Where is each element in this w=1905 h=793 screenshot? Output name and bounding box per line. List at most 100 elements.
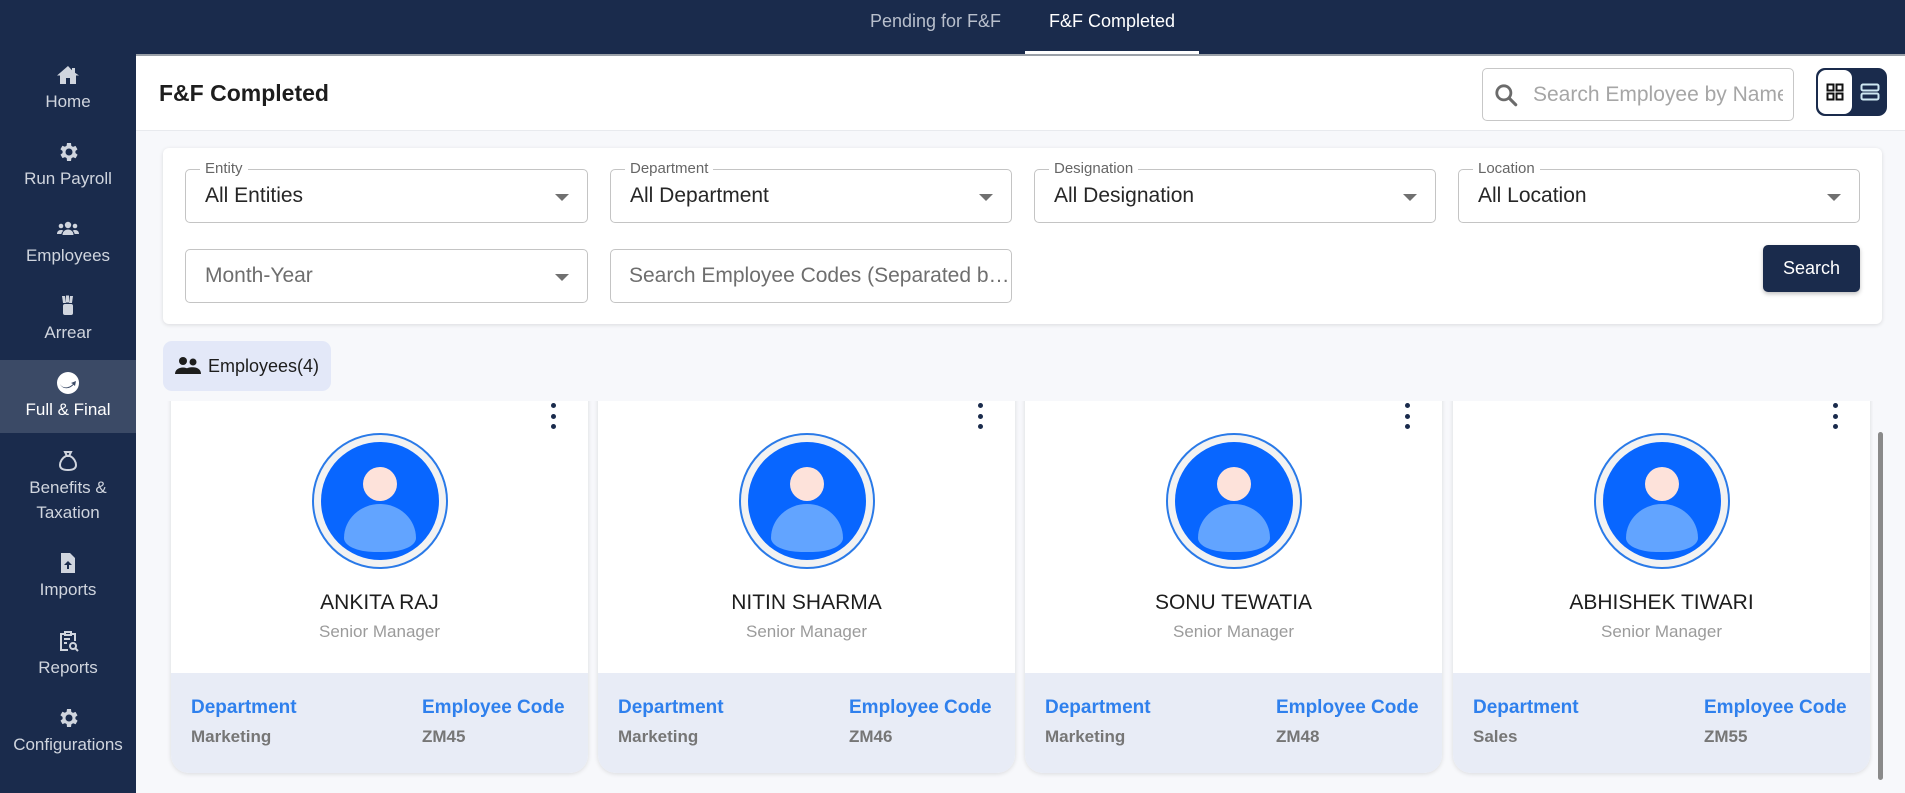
sidebar-item-label: Imports bbox=[39, 580, 97, 599]
department-value: Marketing bbox=[191, 727, 272, 746]
employee-code-label: Employee Code bbox=[849, 697, 992, 718]
filter-panel: Entity All Entities Department All Depar… bbox=[163, 148, 1882, 324]
employee-name-search-input[interactable] bbox=[1533, 82, 1783, 107]
sidebar-item-arrear[interactable]: Arrear bbox=[0, 293, 136, 353]
users-icon bbox=[175, 357, 201, 374]
file-upload-icon bbox=[55, 550, 81, 576]
more-options-icon[interactable] bbox=[1400, 403, 1414, 429]
employee-name: SONU TEWATIA bbox=[1154, 591, 1313, 614]
entity-label: Entity bbox=[200, 160, 248, 178]
avatar bbox=[311, 433, 448, 569]
sidebar-item-label: Full & Final bbox=[25, 400, 111, 419]
employees-count-chip[interactable]: Employees(4) bbox=[163, 341, 331, 391]
tab-ff-completed[interactable]: F&F Completed bbox=[1025, 0, 1199, 54]
department-value: Marketing bbox=[618, 727, 699, 746]
search-button[interactable]: Search bbox=[1763, 245, 1860, 292]
sidebar-item-label: Home bbox=[45, 92, 91, 111]
employee-code-label: Employee Code bbox=[1276, 697, 1419, 718]
gear-icon bbox=[55, 139, 81, 165]
card-footer: Department Marketing Employee Code ZM45 bbox=[171, 673, 588, 773]
employee-card[interactable]: SONU TEWATIA Senior Manager Department M… bbox=[1025, 401, 1442, 773]
location-label: Location bbox=[1473, 160, 1540, 178]
employee-card[interactable]: ABHISHEK TIWARI Senior Manager Departmen… bbox=[1453, 401, 1870, 773]
grid-view-button[interactable] bbox=[1818, 70, 1852, 114]
employee-code-value: ZM55 bbox=[1704, 727, 1748, 746]
employee-name: ABHISHEK TIWARI bbox=[1569, 591, 1754, 614]
employee-codes-field[interactable] bbox=[610, 249, 1012, 303]
designation-label: Designation bbox=[1049, 160, 1139, 178]
employee-designation: Senior Manager bbox=[1601, 622, 1722, 641]
home-icon bbox=[55, 62, 81, 88]
page-title: F&F Completed bbox=[159, 80, 329, 106]
card-footer: Department Marketing Employee Code ZM46 bbox=[598, 673, 1015, 773]
more-options-icon[interactable] bbox=[973, 403, 987, 429]
view-toggle bbox=[1816, 68, 1887, 116]
tab-pending-for-ff[interactable]: Pending for F&F bbox=[848, 0, 1023, 54]
location-select[interactable]: Location All Location bbox=[1458, 160, 1860, 223]
employee-card[interactable]: ANKITA RAJ Senior Manager Department Mar… bbox=[171, 401, 588, 773]
designation-value: All Designation bbox=[1054, 184, 1195, 207]
sidebar-item-label: Arrear bbox=[44, 323, 92, 342]
department-select[interactable]: Department All Department bbox=[610, 160, 1012, 223]
employee-code-label: Employee Code bbox=[422, 697, 565, 718]
sidebar: Home Run Payroll Employees Arrear Full &… bbox=[0, 0, 136, 793]
page-header: F&F Completed bbox=[136, 54, 1905, 131]
money-hand-icon bbox=[55, 293, 81, 319]
grid-icon bbox=[1826, 83, 1844, 101]
month-year-select[interactable]: Month-Year bbox=[185, 249, 588, 303]
chevron-down-icon bbox=[979, 194, 993, 201]
users-icon bbox=[55, 216, 81, 242]
sidebar-item-label: Run Payroll bbox=[24, 169, 112, 188]
chevron-down-icon bbox=[555, 274, 569, 281]
list-view-button[interactable] bbox=[1854, 70, 1885, 114]
sidebar-item-reports[interactable]: Reports bbox=[0, 628, 136, 688]
employee-code-label: Employee Code bbox=[1704, 697, 1847, 718]
employee-name: ANKITA RAJ bbox=[320, 591, 439, 614]
chevron-down-icon bbox=[1827, 194, 1841, 201]
employee-codes-input[interactable] bbox=[611, 250, 1011, 302]
cards-scrollbar[interactable] bbox=[1878, 432, 1883, 780]
more-options-icon[interactable] bbox=[1828, 403, 1842, 429]
gear-icon bbox=[55, 705, 81, 731]
employee-designation: Senior Manager bbox=[746, 622, 867, 641]
employee-cards-grid: ANKITA RAJ Senior Manager Department Mar… bbox=[163, 401, 1873, 793]
search-icon bbox=[1495, 83, 1518, 106]
settlement-icon bbox=[55, 370, 81, 396]
sidebar-item-benefits-taxation[interactable]: Benefits & Taxation bbox=[0, 448, 136, 533]
employee-code-value: ZM48 bbox=[1276, 727, 1320, 746]
employee-card[interactable]: NITIN SHARMA Senior Manager Department M… bbox=[598, 401, 1015, 773]
sidebar-item-label: Reports bbox=[38, 658, 98, 677]
entity-value: All Entities bbox=[205, 184, 304, 207]
employee-code-value: ZM46 bbox=[849, 727, 893, 746]
sidebar-item-label: Benefits & Taxation bbox=[29, 478, 107, 522]
avatar bbox=[1165, 433, 1302, 569]
employee-name-search[interactable] bbox=[1482, 68, 1794, 121]
employees-count-label: Employees(4) bbox=[208, 355, 320, 376]
employee-designation: Senior Manager bbox=[1173, 622, 1294, 641]
money-bag-icon bbox=[55, 448, 81, 474]
department-value: Marketing bbox=[1045, 727, 1126, 746]
sidebar-item-home[interactable]: Home bbox=[0, 62, 136, 122]
entity-select[interactable]: Entity All Entities bbox=[185, 160, 588, 223]
report-search-icon bbox=[55, 628, 81, 654]
avatar bbox=[738, 433, 875, 569]
department-value: All Department bbox=[630, 184, 769, 207]
card-footer: Department Sales Employee Code ZM55 bbox=[1453, 673, 1870, 773]
month-year-placeholder: Month-Year bbox=[205, 264, 313, 287]
department-label: Department bbox=[618, 697, 724, 718]
sidebar-item-label: Employees bbox=[25, 246, 111, 265]
sidebar-item-imports[interactable]: Imports bbox=[0, 550, 136, 610]
sidebar-item-label: Configurations bbox=[13, 735, 123, 754]
avatar bbox=[1593, 433, 1730, 569]
department-label: Department bbox=[1045, 697, 1151, 718]
employee-name: NITIN SHARMA bbox=[731, 591, 882, 614]
department-label: Department bbox=[1473, 697, 1579, 718]
sidebar-item-run-payroll[interactable]: Run Payroll bbox=[0, 139, 136, 199]
chevron-down-icon bbox=[555, 194, 569, 201]
top-bar: Pending for F&F F&F Completed bbox=[0, 0, 1905, 54]
more-options-icon[interactable] bbox=[546, 403, 560, 429]
sidebar-item-full-and-final[interactable]: Full & Final bbox=[0, 360, 136, 433]
designation-select[interactable]: Designation All Designation bbox=[1034, 160, 1436, 223]
sidebar-item-employees[interactable]: Employees bbox=[0, 216, 136, 276]
sidebar-item-configurations[interactable]: Configurations bbox=[0, 705, 136, 765]
